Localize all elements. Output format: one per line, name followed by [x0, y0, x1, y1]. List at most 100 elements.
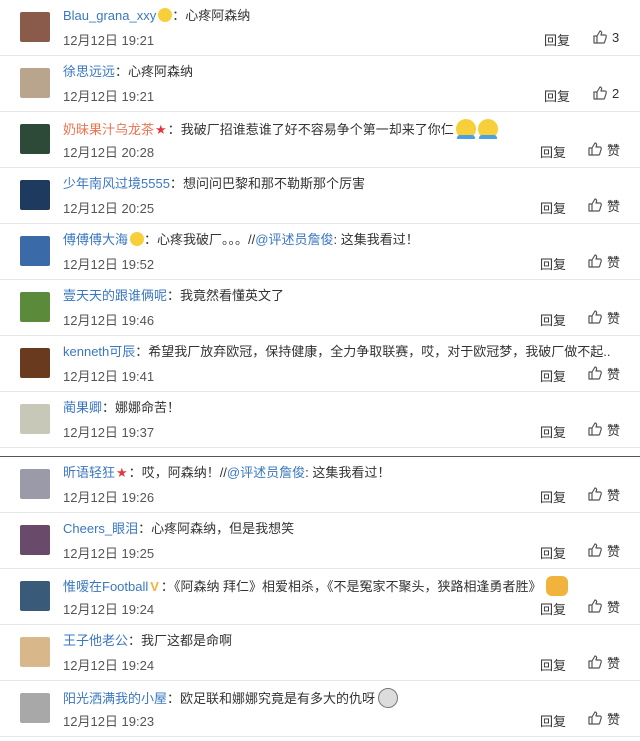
like-button[interactable]: 3 — [592, 28, 619, 46]
comment-line: 少年南风过境5555：想问问巴黎和那不勒斯那个厉害 — [63, 175, 628, 193]
like-count: 3 — [612, 29, 620, 45]
like-button[interactable]: 赞 — [587, 709, 620, 727]
mention-link[interactable]: @评述员詹俊 — [227, 465, 305, 480]
reply-button[interactable]: 回复 — [540, 366, 566, 385]
username-link[interactable]: 奶昧果汁乌龙茶 — [63, 122, 154, 137]
colon-separator: ： — [167, 288, 181, 303]
like-button[interactable]: 赞 — [587, 140, 620, 158]
like-button[interactable]: 赞 — [587, 541, 620, 559]
angry-emoji-icon — [378, 688, 399, 708]
thumbs-up-icon — [587, 309, 607, 325]
avatar[interactable] — [20, 124, 50, 154]
avatar[interactable] — [20, 525, 50, 555]
avatar[interactable] — [20, 637, 50, 667]
star-badge-icon: ★ — [116, 465, 128, 480]
username-link[interactable]: 蔺果卿 — [63, 400, 102, 415]
comment-line: 奶昧果汁乌龙茶★：我破厂招谁惹谁了好不容易争个第一却来了你仁 — [63, 119, 628, 139]
thumbs-up-icon — [587, 253, 607, 269]
username-link[interactable]: 徐思远远 — [63, 64, 115, 79]
reply-button[interactable]: 回复 — [540, 198, 566, 217]
comment-text: 心疼我破厂。。。// — [157, 232, 256, 247]
avatar[interactable] — [20, 469, 50, 499]
like-button[interactable]: 赞 — [587, 485, 620, 503]
avatar[interactable] — [20, 693, 50, 723]
username-link[interactable]: Cheers_眼泪 — [63, 521, 138, 536]
timestamp: 12月12日 19:46 — [63, 313, 155, 328]
username-link[interactable]: kenneth可辰 — [63, 344, 135, 359]
avatar[interactable] — [20, 12, 50, 42]
colon-separator: ： — [102, 400, 116, 415]
member-emoji-icon — [158, 8, 173, 22]
fist-emoji-icon — [545, 576, 568, 596]
like-button[interactable]: 赞 — [587, 196, 620, 214]
username-link[interactable]: 惟嗳在Football — [63, 579, 148, 594]
quoted-text: : 这集我看过！ — [333, 232, 419, 247]
colon-separator: ： — [144, 232, 158, 247]
username-link[interactable]: 少年南风过境5555 — [63, 176, 170, 191]
avatar[interactable] — [20, 68, 50, 98]
username-link[interactable]: Blau_grana_xxy — [63, 8, 156, 23]
avatar[interactable] — [20, 348, 50, 378]
comment-line: Cheers_眼泪：心疼阿森纳，但是我想笑 — [63, 520, 628, 538]
comment-list-bottom: 昕语轻狂★：哎，阿森纳！//@评述员詹俊: 这集我看过！ 12月12日 19:26… — [0, 456, 640, 741]
colon-separator: ： — [167, 122, 181, 137]
like-count: 赞 — [607, 711, 621, 727]
avatar[interactable] — [20, 236, 50, 266]
username-link[interactable]: 昕语轻狂 — [63, 465, 115, 480]
reply-button[interactable]: 回复 — [544, 30, 570, 49]
username-link[interactable]: 王子他老公 — [63, 633, 128, 648]
comment-item: 傅傅傅大海 ：心疼我破厂。。。//@评述员詹俊: 这集我看过！ 12月12日 19:… — [0, 224, 640, 280]
timestamp: 12月12日 19:25 — [63, 546, 155, 561]
like-button[interactable]: 赞 — [587, 597, 620, 615]
thumbs-up-icon — [587, 542, 607, 558]
comment-item: Blau_grana_xxy ：心疼阿森纳 12月12日 19:21 回复 3 — [0, 0, 640, 56]
sweat-emoji-icon — [455, 119, 476, 139]
username-link[interactable]: 壹天天的跟谁俩呢 — [63, 288, 167, 303]
comment-line: 昕语轻狂★：哎，阿森纳！//@评述员詹俊: 这集我看过！ — [63, 464, 628, 482]
verified-v-icon: V — [150, 579, 159, 594]
like-button[interactable]: 赞 — [587, 308, 620, 326]
comment-text: 心疼阿森纳 — [185, 8, 251, 23]
comment-text: 我厂这都是命啊 — [141, 633, 233, 648]
like-button[interactable]: 赞 — [587, 653, 620, 671]
comment-text: 我破厂招谁惹谁了好不容易争个第一却来了你仁 — [180, 122, 454, 137]
comment-line: 阳光洒满我的小屋：欧足联和娜娜究竟是有多大的仇呀 — [63, 688, 628, 708]
reply-button[interactable]: 回复 — [540, 254, 566, 273]
timestamp: 12月12日 19:26 — [63, 490, 155, 505]
comment-text: 想问问巴黎和那不勒斯那个厉害 — [182, 176, 365, 191]
like-count: 赞 — [607, 142, 621, 158]
username-link[interactable]: 傅傅傅大海 — [63, 232, 128, 247]
like-button[interactable]: 赞 — [587, 252, 620, 270]
comment-text: 《阿森纳 拜仁》相爱相杀，《不是冤家不聚头，狭路相逢勇者胜》 — [173, 579, 542, 594]
reply-button[interactable]: 回复 — [540, 422, 566, 441]
comment-text: 欧足联和娜娜究竟是有多大的仇呀 — [180, 691, 376, 706]
thumbs-up-icon — [587, 710, 607, 726]
like-count: 2 — [612, 85, 620, 101]
reply-button[interactable]: 回复 — [540, 142, 566, 161]
comment-line: kenneth可辰：希望我厂放弃欧冠，保持健康，全力争取联赛，哎，对于欧冠梦，我… — [63, 343, 628, 361]
timestamp: 12月12日 19:52 — [63, 257, 155, 272]
avatar[interactable] — [20, 180, 50, 210]
avatar[interactable] — [20, 292, 50, 322]
reply-button[interactable]: 回复 — [544, 86, 570, 105]
like-button[interactable]: 赞 — [587, 420, 620, 438]
thumbs-up-icon — [587, 197, 607, 213]
reply-button[interactable]: 回复 — [540, 711, 566, 730]
colon-separator: ： — [160, 579, 174, 594]
reply-button[interactable]: 回复 — [540, 655, 566, 674]
timestamp: 12月12日 20:25 — [63, 201, 155, 216]
reply-button[interactable]: 回复 — [540, 487, 566, 506]
reply-button[interactable]: 回复 — [540, 543, 566, 562]
timestamp: 12月12日 19:21 — [63, 89, 155, 104]
mention-link[interactable]: @评述员詹俊 — [255, 232, 333, 247]
like-button[interactable]: 2 — [592, 84, 619, 102]
reply-button[interactable]: 回复 — [540, 310, 566, 329]
comment-text: 我竟然看懂英文了 — [180, 288, 285, 303]
avatar[interactable] — [20, 581, 50, 611]
username-link[interactable]: 阳光洒满我的小屋 — [63, 691, 167, 706]
like-button[interactable]: 赞 — [587, 364, 620, 382]
avatar[interactable] — [20, 404, 50, 434]
colon-separator: ： — [135, 344, 149, 359]
comment-item: Cheers_眼泪：心疼阿森纳，但是我想笑 12月12日 19:25 回复 赞 — [0, 513, 640, 569]
reply-button[interactable]: 回复 — [540, 599, 566, 618]
